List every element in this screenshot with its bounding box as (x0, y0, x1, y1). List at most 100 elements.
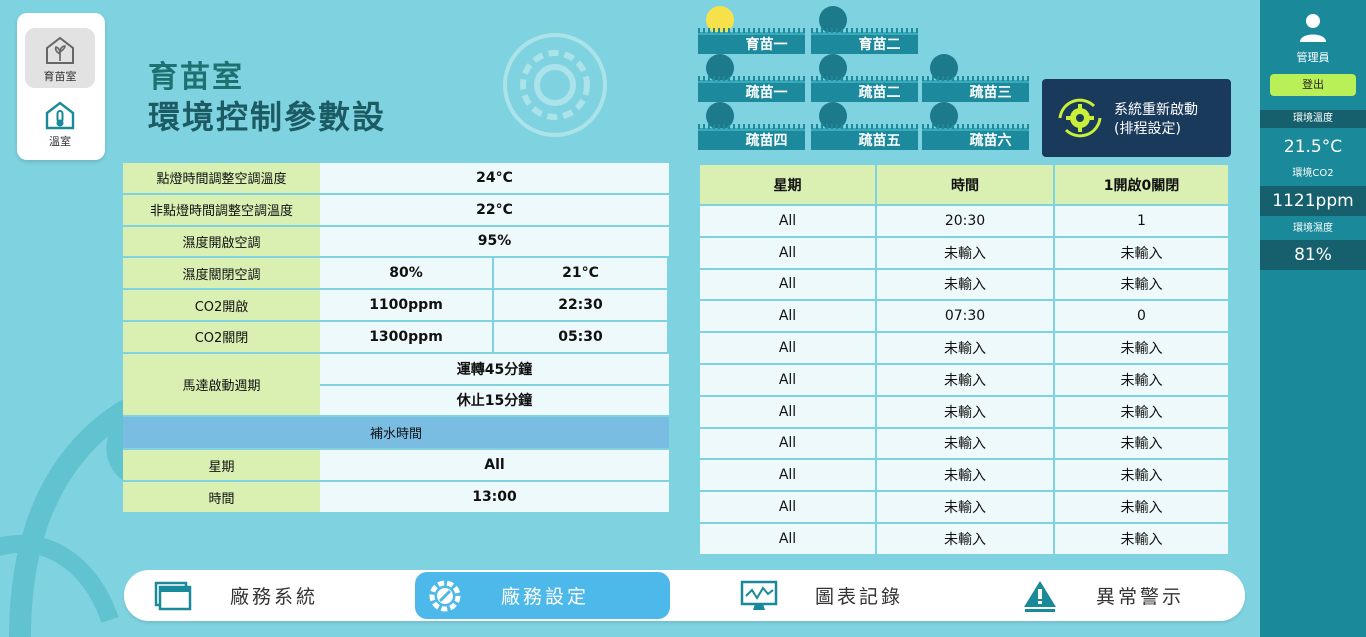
param-value[interactable]: 80% (320, 258, 492, 289)
nav-item-nursery[interactable]: 育苗室 (25, 28, 95, 88)
schedule-cell[interactable]: All (698, 235, 877, 270)
schedule-cell[interactable]: 07:30 (875, 299, 1055, 334)
tab-label: 圖表記錄 (815, 586, 904, 608)
table-row: All 20:30 1 (698, 204, 1230, 238)
section-header-refill: 補水時間 (123, 417, 669, 451)
bulb-button-4[interactable]: 疏苗二 (811, 54, 918, 102)
schedule-cell[interactable]: All (698, 426, 877, 461)
param-value[interactable]: 24°C (320, 163, 669, 193)
param-value[interactable]: 13:00 (320, 482, 669, 512)
bulb-label: 疏苗四 (698, 124, 805, 150)
schedule-cell[interactable]: 未輸入 (875, 235, 1055, 270)
schedule-cell[interactable]: 未輸入 (875, 267, 1055, 302)
schedule-cell[interactable]: 未輸入 (1053, 394, 1230, 429)
schedule-cell[interactable]: All (698, 362, 877, 397)
schedule-cell[interactable]: 未輸入 (875, 490, 1055, 524)
schedule-cell[interactable]: All (698, 299, 877, 334)
param-value[interactable]: 21°C (492, 258, 667, 289)
schedule-cell[interactable]: 未輸入 (875, 394, 1055, 429)
schedule-cell[interactable]: 未輸入 (1053, 362, 1230, 397)
schedule-cell[interactable]: All (698, 490, 877, 524)
schedule-cell[interactable]: 未輸入 (875, 521, 1055, 556)
param-value[interactable]: 22°C (320, 194, 669, 225)
param-value[interactable]: 95% (320, 226, 669, 257)
param-value[interactable]: 1300ppm (320, 321, 492, 352)
table-row: All 未輸入 未輸入 (698, 458, 1230, 493)
humidity-label: 環境濕度 (1260, 220, 1366, 238)
schedule-cell[interactable]: 未輸入 (875, 362, 1055, 397)
schedule-cell[interactable]: 未輸入 (1053, 235, 1230, 270)
restart-button[interactable]: 系統重新啟動 (排程設定) (1042, 79, 1231, 157)
param-label: 濕度開啟空調 (123, 226, 320, 257)
bulb-button-2[interactable]: 育苗二 (811, 6, 918, 54)
param-value[interactable]: 休止15分鐘 (320, 385, 669, 416)
bulb-button-6[interactable]: 疏苗四 (698, 102, 805, 150)
bulb-label: 疏苗六 (922, 124, 1029, 150)
schedule-cell[interactable]: 未輸入 (1053, 458, 1230, 493)
param-value[interactable]: All (320, 450, 669, 481)
status-sidebar: 管理員 登出 環境溫度 21.5°C 環境CO2 1121ppm 環境濕度 81… (1260, 0, 1366, 637)
schedule-cell[interactable]: 未輸入 (1053, 267, 1230, 302)
schedule-cell[interactable]: 未輸入 (875, 426, 1055, 461)
table-row: All 未輸入 未輸入 (698, 235, 1230, 270)
tab-chart-records[interactable]: 圖表記錄 (729, 570, 984, 621)
schedule-cell[interactable]: All (698, 331, 877, 365)
schedule-cell[interactable]: 0 (1053, 299, 1230, 334)
restart-gear-icon (1058, 98, 1102, 138)
bulb-label: 疏苗三 (922, 76, 1029, 102)
page-subtitle: 環境控制參數設 (148, 98, 387, 136)
schedule-cell[interactable]: 未輸入 (1053, 521, 1230, 556)
table-row: All 未輸入 未輸入 (698, 362, 1230, 397)
wrench-gear-icon (429, 580, 461, 611)
bulb-label: 疏苗二 (811, 76, 918, 102)
table-row: All 未輸入 未輸入 (698, 331, 1230, 365)
tab-factory-settings[interactable]: 廠務設定 (415, 572, 670, 619)
tab-factory-system[interactable]: 廠務系統 (144, 570, 399, 621)
nav-label: 育苗室 (43, 70, 77, 83)
bulb-button-3[interactable]: 疏苗一 (698, 54, 805, 102)
bulb-button-7[interactable]: 疏苗五 (811, 102, 918, 150)
logout-button[interactable]: 登出 (1270, 74, 1356, 96)
tab-alerts[interactable]: 異常警示 (1010, 570, 1265, 621)
gear-decoration (503, 33, 607, 137)
bulb-button-5[interactable]: 疏苗三 (922, 54, 1029, 102)
param-label: 星期 (123, 450, 320, 481)
param-value[interactable]: 22:30 (492, 290, 667, 320)
table-row: All 07:30 0 (698, 299, 1230, 334)
schedule-table: 星期 時間 1開啟0關閉 All 20:30 1 All 未輸入 未輸入 All 未輸入 未輸入… (698, 163, 1230, 556)
param-value[interactable]: 05:30 (492, 321, 667, 352)
windows-icon (154, 581, 192, 610)
user-icon (1300, 14, 1326, 42)
header-onoff: 1開啟0關閉 (1053, 163, 1230, 206)
schedule-cell[interactable]: All (698, 458, 877, 493)
param-value[interactable]: 運轉45分鐘 (320, 353, 669, 386)
monitor-chart-icon (740, 580, 778, 610)
table-row: All 未輸入 未輸入 (698, 267, 1230, 302)
schedule-cell[interactable]: 未輸入 (1053, 331, 1230, 365)
schedule-cell[interactable]: 未輸入 (875, 331, 1055, 365)
nav-item-greenhouse[interactable]: 溫室 (25, 93, 95, 153)
bulb-button-8[interactable]: 疏苗六 (922, 102, 1029, 150)
tab-label: 異常警示 (1096, 586, 1185, 608)
schedule-cell[interactable]: All (698, 394, 877, 429)
bulb-label: 育苗一 (698, 28, 805, 54)
param-value[interactable]: 1100ppm (320, 290, 492, 320)
param-row: CO2關閉 1300ppm 05:30 (123, 321, 669, 354)
restart-label: 系統重新啟動 (1114, 102, 1198, 118)
schedule-cell[interactable]: 未輸入 (1053, 490, 1230, 524)
param-label: 非點燈時間調整空調溫度 (123, 194, 320, 225)
schedule-cell[interactable]: All (698, 521, 877, 556)
schedule-cell[interactable]: 未輸入 (875, 458, 1055, 493)
bulb-button-1[interactable]: 育苗一 (698, 6, 805, 54)
schedule-cell[interactable]: 1 (1053, 204, 1230, 238)
param-row: 濕度關閉空調 80% 21°C (123, 258, 669, 291)
schedule-cell[interactable]: 未輸入 (1053, 426, 1230, 461)
schedule-cell[interactable]: 20:30 (875, 204, 1055, 238)
schedule-cell[interactable]: All (698, 267, 877, 302)
schedule-cell[interactable]: All (698, 204, 877, 238)
table-row: All 未輸入 未輸入 (698, 521, 1230, 556)
thermometer-house-icon (45, 101, 75, 130)
param-label: CO2關閉 (123, 321, 320, 352)
warning-icon (1024, 580, 1056, 612)
header-weekday: 星期 (698, 163, 877, 206)
